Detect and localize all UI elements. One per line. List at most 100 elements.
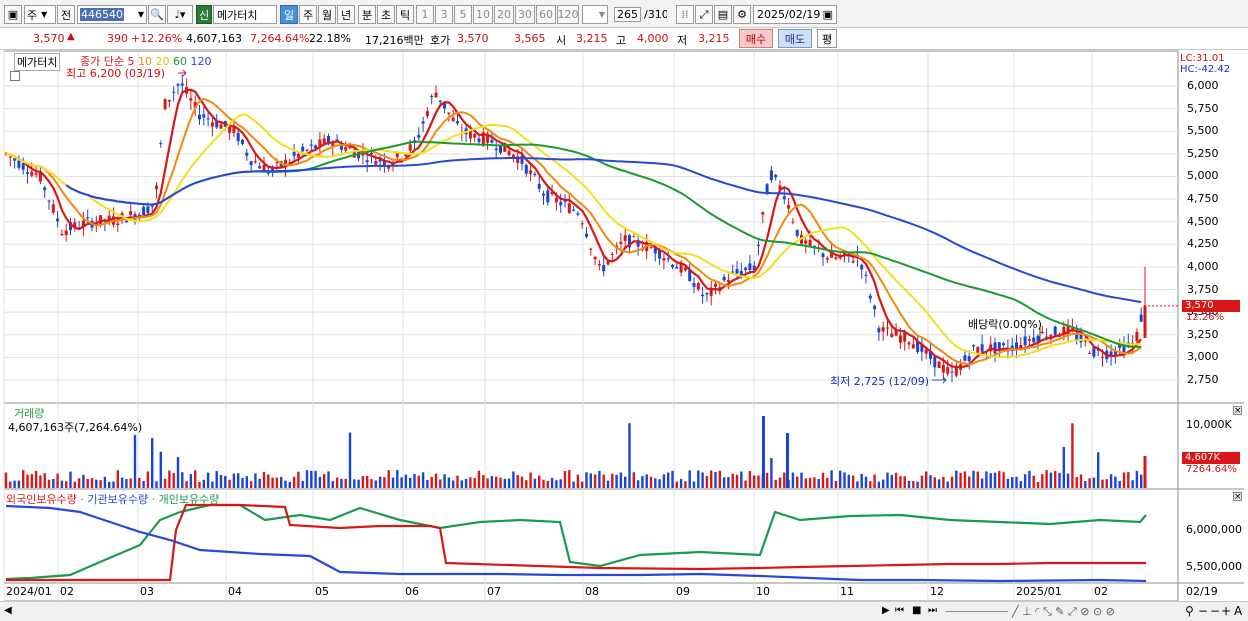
change-rate: +12.26% — [131, 32, 183, 45]
price-y-tick: 4,750 — [1187, 192, 1219, 206]
candle-body — [744, 267, 748, 270]
volume-rate-label: 7264.64% — [1186, 464, 1237, 475]
x-axis-label: 08 — [585, 585, 599, 598]
volume-bar — [925, 471, 928, 488]
tick-20-button[interactable]: 20 — [494, 5, 514, 24]
evaluate-button[interactable]: 평 — [817, 29, 837, 48]
fast-forward-icon[interactable]: ⏭ — [928, 605, 937, 616]
volume-bar — [529, 472, 532, 488]
volume-bar — [254, 473, 257, 488]
volume-bar — [413, 473, 416, 488]
sell-button[interactable]: 매도 — [778, 29, 812, 48]
tick-dropdown[interactable]: ▼ — [582, 5, 608, 24]
save-icon[interactable]: ▤ — [714, 5, 732, 24]
tick-3-button[interactable]: 3 — [435, 5, 453, 24]
period-second-button[interactable]: 초 — [377, 5, 395, 24]
period-minute-button[interactable]: 분 — [358, 5, 376, 24]
period-week-button[interactable]: 주 — [299, 5, 317, 24]
tick-10-button[interactable]: 10 — [473, 5, 493, 24]
volume-bar — [783, 472, 786, 488]
volume-bar — [400, 477, 403, 488]
holding-legend: 외국인보유수량 · 기관보유수량 · 개인보유수량 — [6, 493, 220, 506]
candle-body — [473, 134, 477, 138]
candle-body — [146, 206, 150, 214]
rewind-icon[interactable]: ⏮ — [895, 605, 904, 616]
volume-bar — [920, 475, 924, 488]
count-field[interactable]: 265/310 — [611, 5, 667, 24]
candle-body — [155, 185, 158, 190]
date-input[interactable]: 2025/02/19 ▣ — [753, 5, 837, 24]
volume-bar — [786, 433, 789, 488]
candle-body — [761, 212, 765, 215]
volume-bar — [705, 476, 709, 488]
scroll-bar[interactable]: ◀ ▶ ⏮ ■ ⏭ ╱ ⊥ ◜ ⤡ ✎ ⤢ ⊘ ⊙ ⊘ ⚲ − − + A — [0, 601, 1248, 621]
volume-bar — [34, 470, 38, 488]
tick-60-button[interactable]: 60 — [536, 5, 556, 24]
candle-body — [365, 160, 369, 163]
tick-30-button[interactable]: 30 — [515, 5, 535, 24]
drawing-tools-icon[interactable]: ╱ ⊥ ◜ ⤡ ✎ ⤢ ⊘ ⊙ ⊘ — [1012, 605, 1115, 619]
volume-bar — [1109, 474, 1113, 488]
volume-bar — [159, 451, 162, 488]
speaker-icon[interactable]: ♩▾ — [167, 5, 193, 24]
gear-icon[interactable]: ⚙ — [733, 5, 751, 24]
candle-body — [438, 100, 442, 102]
window-icon[interactable]: ▣ — [4, 5, 22, 24]
period-month-button[interactable]: 월 — [318, 5, 336, 24]
period-tick-button[interactable]: 틱 — [396, 5, 414, 24]
buy-button[interactable]: 매수 — [739, 29, 773, 48]
stock-code-input[interactable]: 446540 ▼ — [77, 5, 147, 24]
zoom-in-icon[interactable]: + — [1221, 604, 1231, 618]
volume-bar — [314, 470, 317, 488]
volume-bar — [581, 481, 584, 488]
volume-bar — [469, 477, 472, 488]
stop-icon[interactable]: ■ — [912, 605, 921, 616]
period-day-button[interactable]: 일 — [280, 5, 298, 24]
volume-bar — [602, 474, 605, 488]
table-icon[interactable] — [10, 71, 20, 81]
scroll-left-icon[interactable]: ◀ — [4, 605, 12, 616]
volume-bar — [22, 470, 25, 488]
text-icon[interactable]: A — [1234, 604, 1242, 618]
zoom-out-icon[interactable]: − — [1198, 604, 1208, 618]
search-icon[interactable]: 🔍 — [148, 5, 166, 24]
zoom-slider[interactable] — [946, 611, 1008, 612]
candle-body — [950, 371, 954, 373]
volume-bar — [916, 481, 919, 488]
tick-5-button[interactable]: 5 — [454, 5, 472, 24]
candle-body — [322, 138, 326, 144]
crosshair-icon[interactable]: ⤢ — [695, 5, 713, 24]
close-icon[interactable]: × — [1233, 492, 1242, 502]
shrink-icon[interactable]: − — [1210, 604, 1220, 618]
market-select[interactable]: 주 ▼ — [24, 5, 56, 24]
volume-bar — [331, 481, 334, 488]
zoom-search-icon[interactable]: ⚲ — [1185, 604, 1194, 618]
calendar-icon: ▣ — [822, 8, 833, 21]
candle-body — [567, 203, 571, 213]
tick-120-button[interactable]: 120 — [557, 5, 579, 24]
candle-body — [13, 158, 17, 161]
close-icon[interactable]: × — [1233, 406, 1242, 416]
volume-bar — [856, 481, 859, 488]
period-year-button[interactable]: 년 — [337, 5, 355, 24]
candle-body — [933, 356, 937, 368]
volume-bar — [305, 470, 309, 488]
up-arrow-icon: ▲ — [67, 31, 75, 42]
candle-body — [593, 256, 597, 260]
tick-1-button[interactable]: 1 — [416, 5, 434, 24]
play-icon[interactable]: ▶ — [882, 605, 890, 616]
candle-body — [782, 196, 786, 200]
candle-body — [249, 161, 253, 166]
volume-bar — [641, 476, 644, 488]
grid-icon[interactable]: ⁞⁞ — [676, 5, 694, 24]
volume-bar — [142, 481, 145, 488]
volume-bar — [851, 475, 855, 488]
volume-bar — [998, 470, 1001, 488]
chart-canvas[interactable] — [0, 50, 1248, 621]
volume-bar — [447, 477, 451, 488]
volume-bar — [1041, 474, 1044, 488]
candle-body — [309, 144, 313, 146]
candle-body — [236, 132, 240, 142]
prev-button[interactable]: 전 — [57, 5, 75, 24]
volume-bar — [671, 470, 674, 488]
